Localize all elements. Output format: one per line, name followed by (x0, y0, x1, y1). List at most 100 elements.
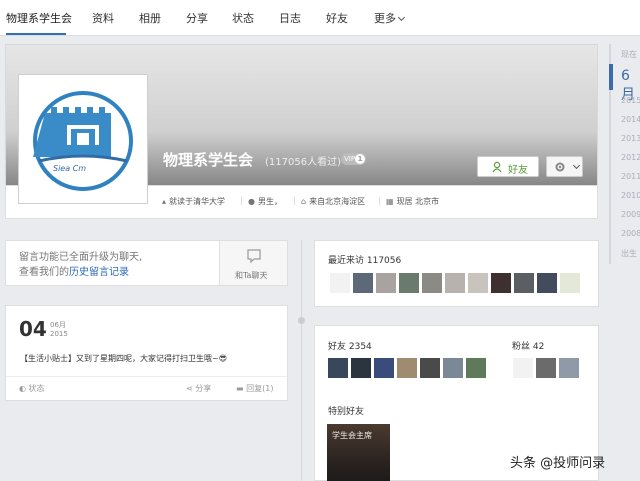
special-friend-photo[interactable]: 学生会主席 (327, 424, 390, 481)
post-text: 【生活小贴士】又到了星期四呢，大家记得打扫卫生哦~😎 (20, 354, 228, 363)
special-friends-title: 特别好友 (328, 407, 365, 417)
feed-timeline (301, 240, 302, 481)
message-line: 留言功能已全面升级为聊天, (19, 252, 143, 263)
friend-list (328, 358, 489, 378)
avatar[interactable]: Siea Cm (18, 74, 148, 204)
friend-avatar[interactable] (420, 358, 440, 378)
nav-album[interactable]: 相册 (139, 10, 161, 26)
timeline-year[interactable]: 2013 (621, 134, 640, 143)
visitor-avatar[interactable] (514, 273, 534, 293)
timeline-year[interactable]: 2011 (621, 172, 640, 181)
nav-friends[interactable]: 好友 (326, 10, 348, 26)
residence-text: 现居 北京市 (396, 197, 440, 206)
post-day: 04 (19, 317, 47, 341)
timeline-year[interactable]: 2014 (621, 115, 640, 124)
message-line: 查看我们的历史留言记录 (19, 265, 219, 280)
nav-share[interactable]: 分享 (186, 10, 208, 26)
chat-button[interactable]: 和Ta聊天 (219, 241, 287, 285)
visitor-avatar[interactable] (560, 273, 580, 293)
home-icon: ⌂ (301, 197, 307, 206)
visitor-avatar[interactable] (468, 273, 488, 293)
watermark: 头条 @投师问录 (510, 456, 606, 471)
add-friend-button[interactable]: 好友 (477, 156, 539, 177)
friend-avatar[interactable] (466, 358, 486, 378)
friend-avatar[interactable] (443, 358, 463, 378)
chevron-down-icon (397, 13, 406, 22)
timeline-year[interactable]: 2010 (621, 191, 640, 200)
timeline-birth[interactable]: 出生 (621, 248, 637, 259)
globe-icon: ◐ (19, 384, 26, 393)
active-tab-indicator (6, 33, 66, 35)
chat-label: 和Ta聊天 (235, 271, 268, 280)
timeline-year[interactable]: 2009 (621, 210, 640, 219)
fan-avatar[interactable] (513, 358, 533, 378)
nav-status[interactable]: 状态 (232, 10, 254, 26)
visitor-list (330, 273, 583, 293)
chevron-down-icon (572, 161, 581, 170)
info-residence: ▦ 现居 北京市 (386, 196, 439, 207)
divider: | (240, 196, 243, 205)
comment-icon: ▬ (236, 384, 244, 393)
cap-icon: ▴ (162, 197, 167, 206)
timeline-now[interactable]: 现在 (621, 49, 637, 60)
timeline-year[interactable]: 2015 (621, 96, 640, 105)
nav-more-label: 更多 (374, 12, 396, 25)
status-label: 状态 (28, 384, 45, 393)
friend-avatar[interactable] (328, 358, 348, 378)
reply-button[interactable]: ▬ 回复(1) (236, 383, 273, 394)
visitor-avatar[interactable] (445, 273, 465, 293)
visitor-avatar[interactable] (422, 273, 442, 293)
view-count: (117056人看过) (265, 157, 341, 168)
visitor-avatar[interactable] (353, 273, 373, 293)
vip-level: 1 (355, 154, 365, 164)
gender-text: 男生， (257, 197, 282, 206)
visitor-avatar[interactable] (376, 273, 396, 293)
status-post-card: 04 06月 2015 【生活小贴士】又到了星期四呢，大家记得打扫卫生哦~😎 ◐… (5, 305, 288, 401)
divider: | (293, 196, 296, 205)
nav-more[interactable]: 更多 (374, 10, 406, 26)
add-friend-label: 好友 (508, 165, 528, 176)
share-button[interactable]: ⋖ 分享 (186, 383, 211, 394)
message-prefix: 查看我们的 (19, 267, 69, 278)
vip-badge[interactable]: VIP 1 (341, 153, 366, 165)
nav-home[interactable]: 物理系学生会 (6, 10, 72, 26)
visitors-title: 最近来访 117056 (328, 256, 402, 266)
friend-avatar[interactable] (351, 358, 371, 378)
nav-profile[interactable]: 资料 (92, 10, 114, 26)
svg-text:Siea Cm: Siea Cm (53, 164, 86, 173)
nav-blog[interactable]: 日志 (279, 10, 301, 26)
visitor-avatar[interactable] (399, 273, 419, 293)
visitor-avatar[interactable] (330, 273, 350, 293)
special-friend-caption: 学生会主席 (332, 431, 372, 440)
fan-list (513, 358, 582, 378)
gear-icon (555, 162, 565, 172)
fan-avatar[interactable] (536, 358, 556, 378)
history-messages-link[interactable]: 历史留言记录 (69, 267, 129, 278)
settings-dropdown[interactable] (546, 156, 583, 177)
info-school: ▴ 就读于清华大学 (162, 196, 225, 207)
timeline-year[interactable]: 2008 (621, 229, 640, 238)
message-notice: 留言功能已全面升级为聊天, 查看我们的历史留言记录 (19, 250, 219, 280)
visitor-avatar[interactable] (537, 273, 557, 293)
share-label: 分享 (195, 384, 212, 393)
visitor-avatar[interactable] (491, 273, 511, 293)
reply-label: 回复(1) (246, 384, 274, 393)
info-hometown: ⌂ 来自北京海淀区 (301, 196, 365, 207)
fan-avatar[interactable] (559, 358, 579, 378)
message-board-card: 留言功能已全面升级为聊天, 查看我们的历史留言记录 和Ta聊天 (5, 240, 288, 286)
friend-avatar[interactable] (374, 358, 394, 378)
building-icon: ▦ (386, 197, 394, 206)
person-icon: ● (248, 197, 255, 206)
fans-title[interactable]: 粉丝 42 (512, 339, 544, 352)
friend-avatar[interactable] (397, 358, 417, 378)
status-tag: ◐ 状态 (19, 383, 45, 394)
post-year: 2015 (50, 330, 68, 338)
post-footer: ◐ 状态 ⋖ 分享 ▬ 回复(1) (6, 376, 287, 400)
top-navigation: 物理系学生会 资料 相册 分享 状态 日志 好友 更多 (0, 0, 640, 36)
physics-logo-icon: Siea Cm (33, 91, 133, 191)
profile-name: 物理系学生会 (163, 151, 254, 169)
timeline-year[interactable]: 2012 (621, 153, 640, 162)
recent-visitors-card: 最近来访 117056 (314, 240, 599, 307)
share-icon: ⋖ (186, 384, 193, 393)
friends-title[interactable]: 好友 2354 (328, 339, 372, 352)
